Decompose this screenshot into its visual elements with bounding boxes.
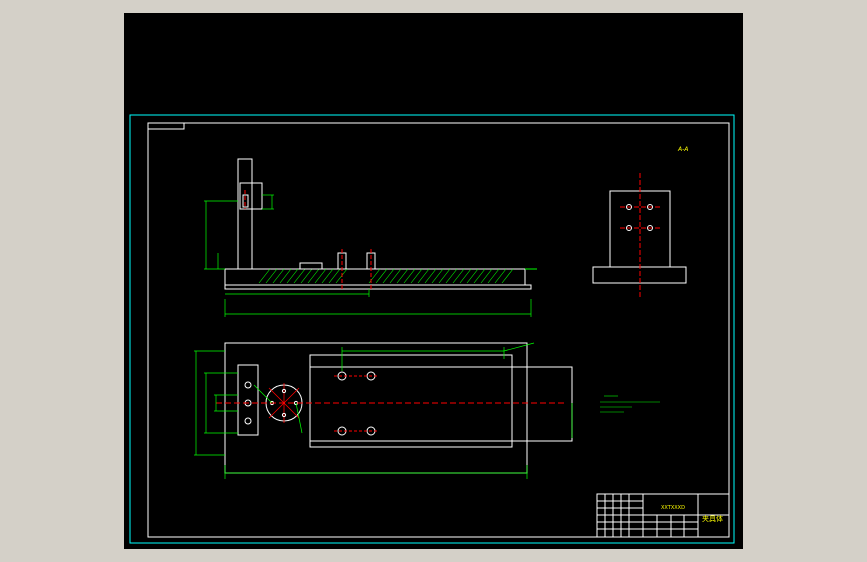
drawing-canvas: A-A XXTXXXD 夹具体 [129, 114, 735, 544]
top-inner-plate [309, 354, 513, 448]
view-label: A-A [677, 146, 688, 153]
front-view [204, 158, 537, 317]
base-plate [224, 268, 526, 286]
support-post [237, 158, 253, 270]
top-dimensions [194, 342, 573, 479]
drawing-number-box [147, 122, 185, 130]
top-view [194, 342, 660, 479]
tech-notes [600, 395, 660, 413]
sheet-outer-border [129, 114, 735, 544]
section-hatch [258, 268, 514, 284]
top-slot [309, 366, 573, 442]
sheet-inner-border [147, 122, 730, 538]
base-bottom [224, 284, 532, 290]
title-block-part-name: 夹具体 [702, 514, 723, 523]
title-block-school: XXTXXXD [661, 505, 685, 511]
side-view [592, 173, 687, 297]
title-block: XXTXXXD 夹具体 [596, 493, 730, 538]
top-base-outline [224, 342, 528, 474]
cad-viewport[interactable]: A-A XXTXXXD 夹具体 [124, 13, 743, 549]
